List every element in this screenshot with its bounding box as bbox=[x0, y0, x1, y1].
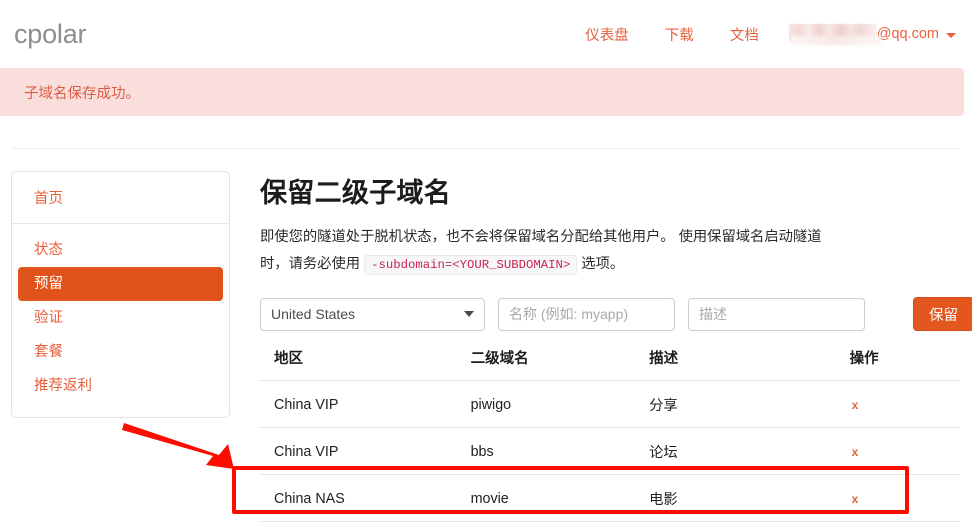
sidebar-item-reserved[interactable]: 预留 bbox=[18, 267, 223, 301]
sidebar-item-referral[interactable]: 推荐返利 bbox=[12, 369, 229, 403]
table-head: 地区 二级域名 描述 操作 bbox=[260, 341, 960, 381]
nav-link-docs[interactable]: 文档 bbox=[712, 24, 777, 45]
brand-logo[interactable]: cpolar bbox=[14, 19, 87, 50]
nav-link-dashboard[interactable]: 仪表盘 bbox=[567, 24, 647, 45]
sidebar-header: 首页 bbox=[12, 172, 229, 224]
page-description: 即使您的隧道处于脱机状态，也不会将保留域名分配给其他用户。 使用保留域名启动隧道… bbox=[260, 224, 825, 279]
cell-subdomain: bbs bbox=[470, 427, 650, 475]
success-alert: 子域名保存成功。 bbox=[0, 68, 964, 116]
subdomain-flag-snippet: -subdomain=<YOUR_SUBDOMAIN> bbox=[364, 255, 578, 275]
page-body: 首页 状态 预留 验证 套餐 推荐返利 保留二级子域名 即使您的隧道处于脱机状态… bbox=[0, 149, 972, 526]
sidebar-menu: 状态 预留 验证 套餐 推荐返利 bbox=[12, 224, 229, 417]
sidebar-item-status[interactable]: 状态 bbox=[12, 233, 229, 267]
cell-region: China VIP bbox=[260, 380, 471, 428]
cell-operation: x bbox=[849, 427, 960, 475]
delete-row-icon[interactable]: x bbox=[850, 492, 859, 506]
sidebar-item-plan[interactable]: 套餐 bbox=[12, 335, 229, 369]
cell-region: China NAS bbox=[260, 474, 471, 522]
subdomain-description-input[interactable] bbox=[688, 297, 865, 331]
table-row: China VIP bbs 论坛 x bbox=[260, 427, 960, 475]
sidebar-item-home[interactable]: 首页 bbox=[34, 191, 63, 207]
main-content: 保留二级子域名 即使您的隧道处于脱机状态，也不会将保留域名分配给其他用户。 使用… bbox=[230, 171, 972, 526]
user-email-domain: @qq.com bbox=[876, 26, 939, 42]
cell-description: 论坛 bbox=[649, 427, 850, 475]
sidebar: 首页 状态 预留 验证 套餐 推荐返利 bbox=[11, 171, 230, 418]
top-bar: cpolar 仪表盘 下载 文档 @qq.com bbox=[0, 0, 972, 68]
reserve-form: United States 保留 bbox=[260, 297, 972, 331]
cell-description: 电影 bbox=[649, 474, 850, 522]
reserved-subdomains-table: 地区 二级域名 描述 操作 China VIP piwigo 分享 x Chin… bbox=[260, 341, 960, 526]
table-header-row: 地区 二级域名 描述 操作 bbox=[260, 341, 960, 381]
cell-region: China VIP bbox=[260, 427, 471, 475]
cell-subdomain: piwigo bbox=[470, 380, 650, 428]
nav-link-download[interactable]: 下载 bbox=[647, 24, 712, 45]
masked-username bbox=[788, 24, 877, 42]
delete-row-icon[interactable]: x bbox=[850, 445, 859, 459]
description-text-after: 选项。 bbox=[581, 256, 625, 272]
table-row: China VIP piwigo 分享 x bbox=[260, 380, 960, 428]
cell-operation: x bbox=[849, 521, 960, 526]
region-select[interactable]: United States bbox=[260, 297, 485, 331]
column-header-region: 地区 bbox=[260, 341, 471, 381]
cell-subdomain: calibre bbox=[470, 521, 650, 526]
sidebar-item-verify[interactable]: 验证 bbox=[12, 301, 229, 335]
cell-subdomain: movie bbox=[470, 474, 650, 522]
cell-operation: x bbox=[849, 380, 960, 428]
table-body: China VIP piwigo 分享 x China VIP bbs 论坛 x bbox=[260, 380, 960, 526]
region-select-wrapper: United States bbox=[260, 297, 485, 331]
top-navigation: 仪表盘 下载 文档 @qq.com bbox=[567, 24, 960, 45]
cell-operation: x bbox=[849, 474, 960, 522]
subdomain-name-input[interactable] bbox=[498, 297, 675, 331]
chevron-down-icon bbox=[946, 32, 956, 38]
column-header-subdomain: 二级域名 bbox=[470, 341, 650, 381]
cell-region: China VIP bbox=[260, 521, 471, 526]
user-account-menu[interactable]: @qq.com bbox=[777, 24, 960, 43]
cell-description: 分享 bbox=[649, 380, 850, 428]
table-row: China NAS movie 电影 x bbox=[260, 474, 960, 522]
column-header-description: 描述 bbox=[649, 341, 850, 381]
reserve-submit-button[interactable]: 保留 bbox=[913, 297, 972, 331]
success-alert-message: 子域名保存成功。 bbox=[24, 85, 140, 102]
table-row: China VIP calibre kindle书库 x bbox=[260, 521, 960, 526]
delete-row-icon[interactable]: x bbox=[850, 398, 859, 412]
page-title: 保留二级子域名 bbox=[260, 178, 452, 208]
column-header-operation: 操作 bbox=[849, 341, 960, 381]
cell-description: kindle书库 bbox=[649, 521, 850, 526]
